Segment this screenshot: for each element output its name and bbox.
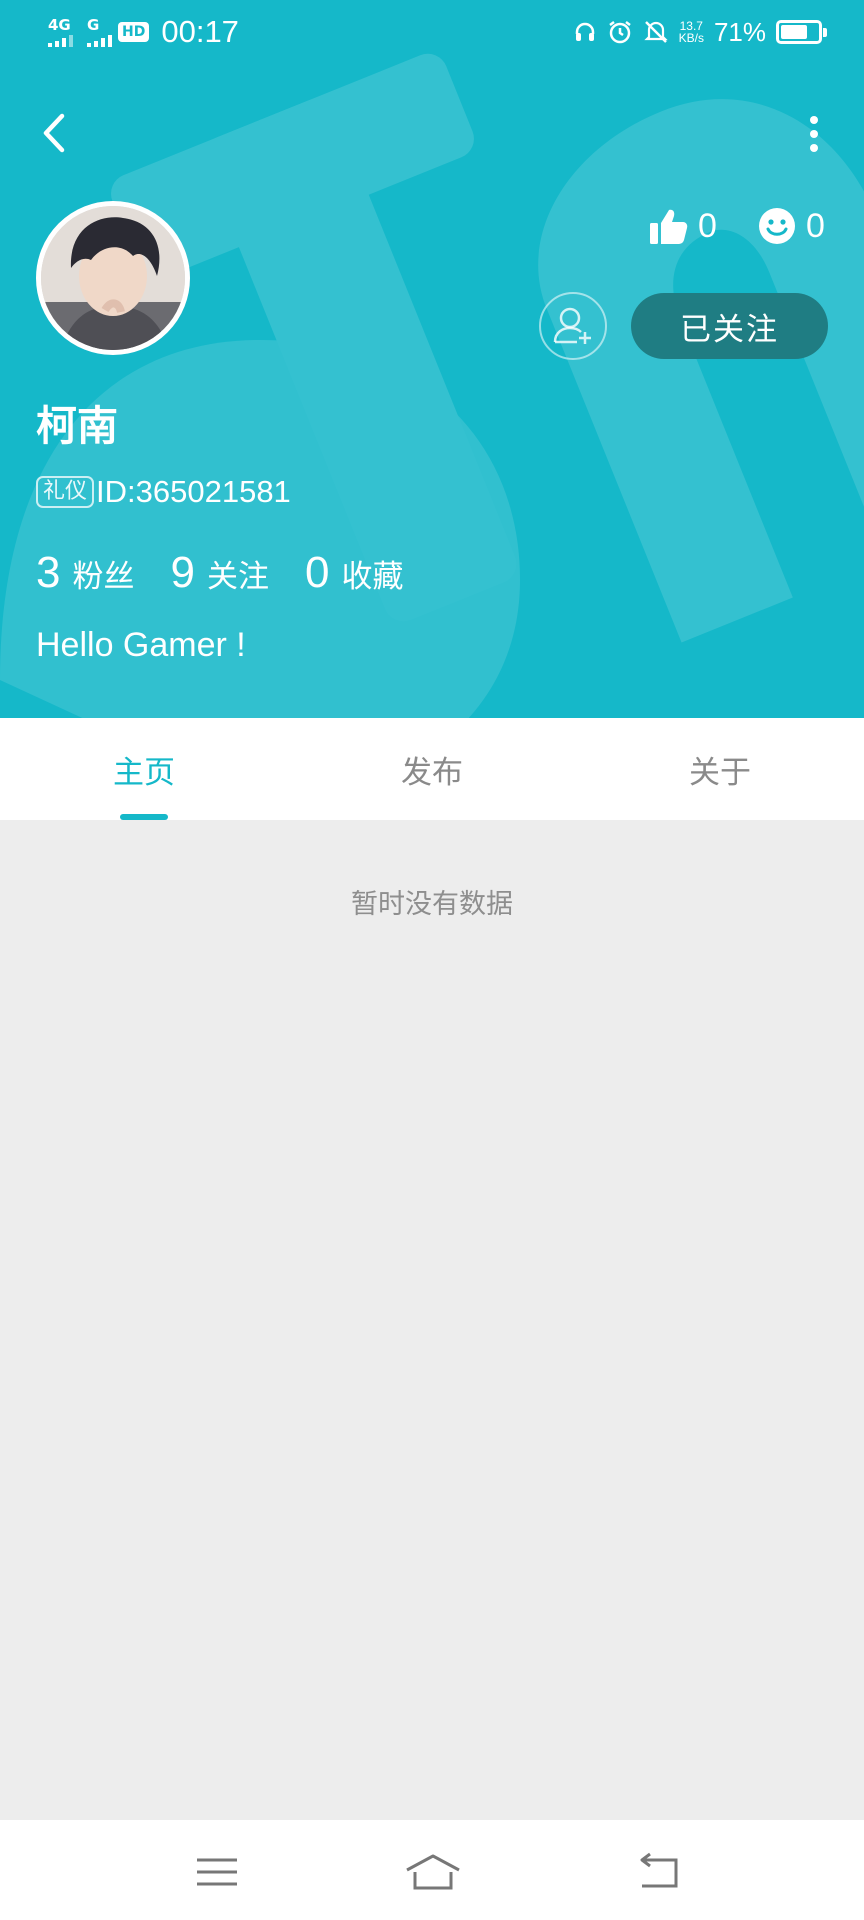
empty-state-text: 暂时没有数据 bbox=[351, 889, 513, 920]
hd-icon: HD bbox=[118, 22, 150, 42]
thumbs-up-icon bbox=[650, 209, 688, 244]
like-count: 0 bbox=[698, 206, 717, 245]
alarm-icon bbox=[608, 21, 631, 44]
network-type-2: G bbox=[87, 15, 100, 34]
smile-counter[interactable]: 0 bbox=[758, 200, 825, 252]
avatar[interactable] bbox=[36, 201, 190, 355]
add-friend-icon bbox=[553, 307, 591, 344]
signal-icon-2 bbox=[87, 34, 112, 47]
profile-header: 4G G HD 00:17 13.7 KB/s 71% 0 0 已关注 柯南 礼… bbox=[0, 0, 864, 718]
home-icon[interactable] bbox=[403, 1850, 463, 1894]
tab-home[interactable]: 主页 bbox=[0, 718, 288, 820]
smile-icon bbox=[759, 208, 795, 244]
title-badge: 礼仪 bbox=[36, 476, 95, 508]
username: 柯南 bbox=[36, 402, 118, 450]
signal-icon bbox=[48, 34, 73, 47]
clock: 00:17 bbox=[161, 14, 239, 49]
tab-posts[interactable]: 发布 bbox=[288, 718, 576, 820]
tab-indicator bbox=[120, 814, 168, 820]
back-arrow-icon[interactable] bbox=[32, 108, 76, 158]
user-id: ID:365021581 bbox=[96, 474, 291, 509]
status-bar: 4G G HD 00:17 13.7 KB/s 71% bbox=[0, 0, 864, 66]
stat-number: 9 bbox=[170, 548, 195, 597]
tab-label: 发布 bbox=[401, 754, 463, 791]
back-icon[interactable] bbox=[634, 1850, 682, 1894]
like-counter[interactable]: 0 bbox=[648, 200, 717, 252]
id-row: 礼仪 ID:365021581 bbox=[36, 474, 291, 510]
network-speed: 13.7 KB/s bbox=[678, 19, 704, 45]
mute-bell-icon bbox=[643, 21, 668, 43]
battery-percent: 71% bbox=[713, 16, 766, 47]
system-nav-bar bbox=[0, 1820, 864, 1920]
add-friend-button[interactable] bbox=[539, 292, 607, 360]
tab-label: 主页 bbox=[113, 754, 175, 791]
stat-followers[interactable]: 3 粉丝 bbox=[36, 548, 134, 598]
bio-text: Hello Gamer ! bbox=[36, 626, 246, 664]
more-vertical-icon[interactable] bbox=[794, 112, 834, 156]
smile-count: 0 bbox=[806, 206, 825, 245]
stat-label: 粉丝 bbox=[72, 559, 135, 595]
network-type-1: 4G bbox=[48, 15, 71, 34]
stat-following[interactable]: 9 关注 bbox=[170, 548, 268, 598]
headphones-icon bbox=[575, 22, 594, 41]
battery-icon bbox=[776, 20, 827, 44]
tab-about[interactable]: 关于 bbox=[576, 718, 864, 820]
avatar-image bbox=[41, 206, 185, 350]
stat-number: 0 bbox=[304, 548, 330, 597]
stat-label: 收藏 bbox=[341, 559, 404, 595]
menu-icon[interactable] bbox=[193, 1850, 241, 1894]
follow-button[interactable]: 已关注 bbox=[631, 293, 828, 359]
stats-row: 3 粉丝 9 关注 0 收藏 bbox=[36, 548, 439, 598]
stat-favorites[interactable]: 0 收藏 bbox=[305, 548, 403, 598]
stat-number: 3 bbox=[36, 548, 61, 597]
watermark-logo bbox=[0, 53, 864, 718]
tab-label: 关于 bbox=[689, 754, 751, 791]
tab-bar: 主页 发布 关于 bbox=[0, 718, 864, 820]
stat-label: 关注 bbox=[206, 559, 269, 595]
